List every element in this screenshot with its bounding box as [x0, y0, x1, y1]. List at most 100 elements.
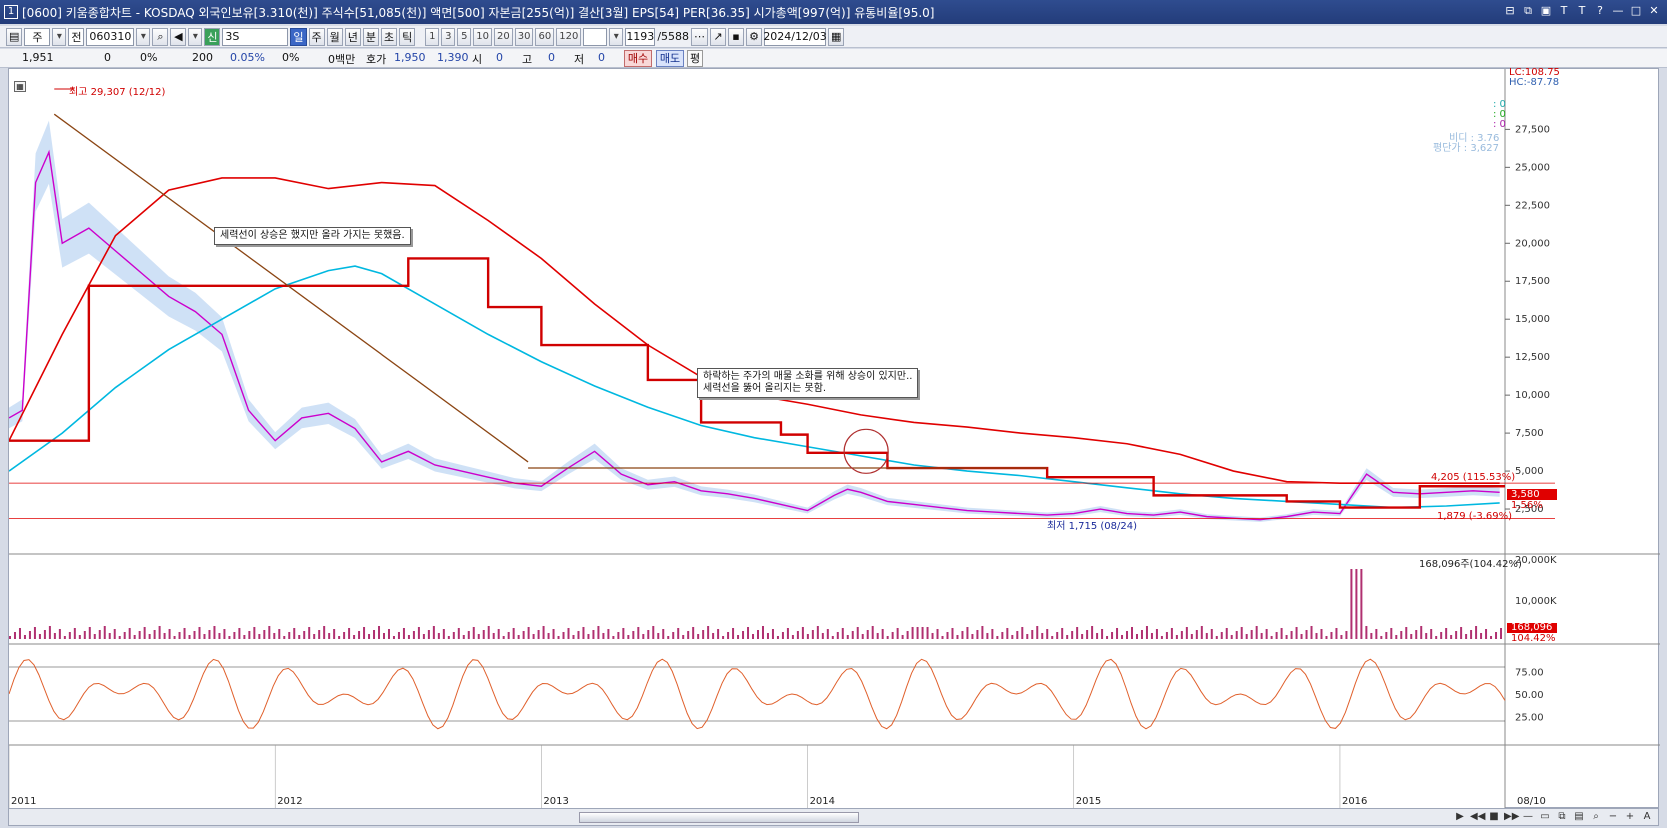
volume-current-badge: 168,096 [1507, 623, 1557, 633]
zoom-slider-icon[interactable]: — [1521, 810, 1535, 824]
grid-icon[interactable]: ⋯ [691, 27, 709, 46]
font-size-icon[interactable]: T [1575, 4, 1589, 18]
buy-button[interactable]: 매수 [624, 50, 652, 67]
stoch-tick-label: 25.00 [1515, 713, 1544, 724]
scroll-bar[interactable]: ▶ ◀◀ ■ ▶▶ — ▭ ⧉ ▤ ⌕ − + A [8, 808, 1659, 826]
volume-bar [861, 634, 864, 639]
date-input[interactable]: 2024/12/03 [763, 27, 827, 46]
zoom-out-icon[interactable]: − [1606, 810, 1620, 824]
volume-bar [462, 635, 465, 639]
volume-bar [158, 626, 161, 639]
period-day-button[interactable]: 일 [290, 27, 307, 46]
tile-icon[interactable]: ▣ [1539, 4, 1553, 18]
maximize-icon[interactable]: □ [1629, 4, 1643, 18]
volume-bar [662, 629, 665, 639]
volume-bar [1290, 631, 1293, 639]
chart-area[interactable]: 27,500 25,000 22,500 20,000 17,500 15,000 12,5… [8, 67, 1660, 809]
minute-5-button[interactable]: 5 [457, 27, 472, 46]
layout-icon[interactable]: ▭ [1538, 810, 1552, 824]
minute-60-button[interactable]: 60 [535, 27, 555, 46]
volume-bar [1325, 636, 1328, 639]
minute-120-button[interactable]: 120 [556, 27, 582, 46]
help-icon[interactable]: ? [1593, 4, 1607, 18]
volume-bar [901, 635, 904, 639]
volume-bar [178, 632, 181, 639]
close-icon[interactable]: ✕ [1647, 4, 1661, 18]
rewind-icon[interactable]: ◀◀ [1470, 810, 1485, 824]
expand-icon[interactable]: ↗ [710, 27, 727, 46]
text-icon[interactable]: A [1640, 810, 1654, 824]
volume-bar [707, 626, 710, 639]
period-month-button[interactable]: 월 [326, 27, 343, 46]
volume-bar [752, 634, 755, 639]
zoom-icon[interactable]: ⌕ [1589, 810, 1603, 824]
play-icon[interactable]: ▶ [1453, 810, 1467, 824]
link-icon[interactable]: ⊟ [1503, 4, 1517, 18]
minute-10-button[interactable]: 10 [473, 27, 493, 46]
volume-bar [816, 626, 819, 639]
stock-name-input[interactable]: 3S [222, 27, 289, 46]
bar-count-input[interactable]: 1193 [625, 27, 656, 46]
volume-bar [532, 634, 535, 639]
volume-bar [1081, 634, 1084, 639]
volume-bar [1350, 569, 1353, 639]
eval-button[interactable]: 평 [687, 50, 703, 67]
volume-bar [1295, 627, 1298, 639]
calculator-icon[interactable]: ▦ [14, 81, 26, 92]
sound-icon[interactable]: ◀ [170, 27, 187, 46]
chevron-down-icon[interactable]: ▾ [52, 27, 67, 46]
save-icon[interactable]: ▪ [728, 27, 745, 46]
minute-3-button[interactable]: 3 [441, 27, 456, 46]
gear-icon[interactable]: ⚙ [746, 27, 763, 46]
volume-bar [597, 626, 600, 639]
chart-type-icon[interactable]: ▤ [6, 27, 23, 46]
forward-icon[interactable]: ▶▶ [1504, 810, 1519, 824]
volume-bar [198, 627, 201, 639]
search-icon[interactable]: ⌕ [152, 27, 169, 46]
minute-1-button[interactable]: 1 [425, 27, 440, 46]
custom-period-input[interactable] [583, 27, 608, 46]
price-tick-label: 17,500 [1515, 276, 1550, 287]
copy-icon[interactable]: ⧉ [1555, 810, 1569, 824]
period-minute-button[interactable]: 분 [362, 27, 380, 46]
volume-bar [28, 631, 31, 639]
volume-bar [193, 631, 196, 639]
annotation-force-line[interactable]: 세력선이 상승은 했지만 올라 가지는 못했음. [214, 227, 411, 245]
chart-canvas[interactable]: 27,500 25,000 22,500 20,000 17,500 15,000 12,5… [9, 69, 1660, 809]
volume-bar [826, 629, 829, 639]
minimize-icon[interactable]: — [1611, 4, 1625, 18]
volume-bar [871, 626, 874, 639]
sound-dropdown-icon[interactable]: ▾ [188, 27, 203, 46]
font-icon[interactable]: T [1557, 4, 1571, 18]
code-dropdown-icon[interactable]: ▾ [136, 27, 151, 46]
stop-icon[interactable]: ■ [1487, 810, 1501, 824]
type-select[interactable]: 주 [24, 27, 51, 46]
period-second-button[interactable]: 초 [381, 27, 398, 46]
whole-select[interactable]: 전 [68, 27, 85, 46]
custom-period-dropdown-icon[interactable]: ▾ [609, 27, 624, 46]
volume-bar [288, 632, 291, 639]
volume-bar [248, 631, 251, 639]
zoom-in-icon[interactable]: + [1623, 810, 1637, 824]
window-icon[interactable]: ⧉ [1521, 4, 1535, 18]
volume-bar [98, 630, 101, 639]
volume-bar [542, 626, 545, 639]
volume-bar [1145, 626, 1148, 639]
volume-bar [552, 629, 555, 639]
annotation-supply-digest[interactable]: 하락하는 주가의 매물 소화를 위해 상승이 있지만.. 세력선을 뚫어 올리지… [697, 368, 919, 398]
minute-30-button[interactable]: 30 [514, 27, 534, 46]
calendar-icon[interactable]: ▦ [828, 27, 845, 46]
volume-bar [258, 634, 261, 639]
stock-code-input[interactable]: 060310 [86, 27, 135, 46]
sell-button[interactable]: 매도 [656, 50, 684, 67]
print-icon[interactable]: ▤ [1572, 810, 1586, 824]
period-tick-button[interactable]: 틱 [399, 27, 416, 46]
volume-bar [702, 630, 705, 639]
scroll-thumb[interactable] [579, 812, 859, 823]
minute-20-button[interactable]: 20 [494, 27, 513, 46]
volume-bar [422, 634, 425, 639]
period-week-button[interactable]: 주 [308, 27, 325, 46]
period-year-button[interactable]: 년 [344, 27, 361, 46]
volume-bar [13, 632, 16, 639]
volume-bar [303, 631, 306, 639]
